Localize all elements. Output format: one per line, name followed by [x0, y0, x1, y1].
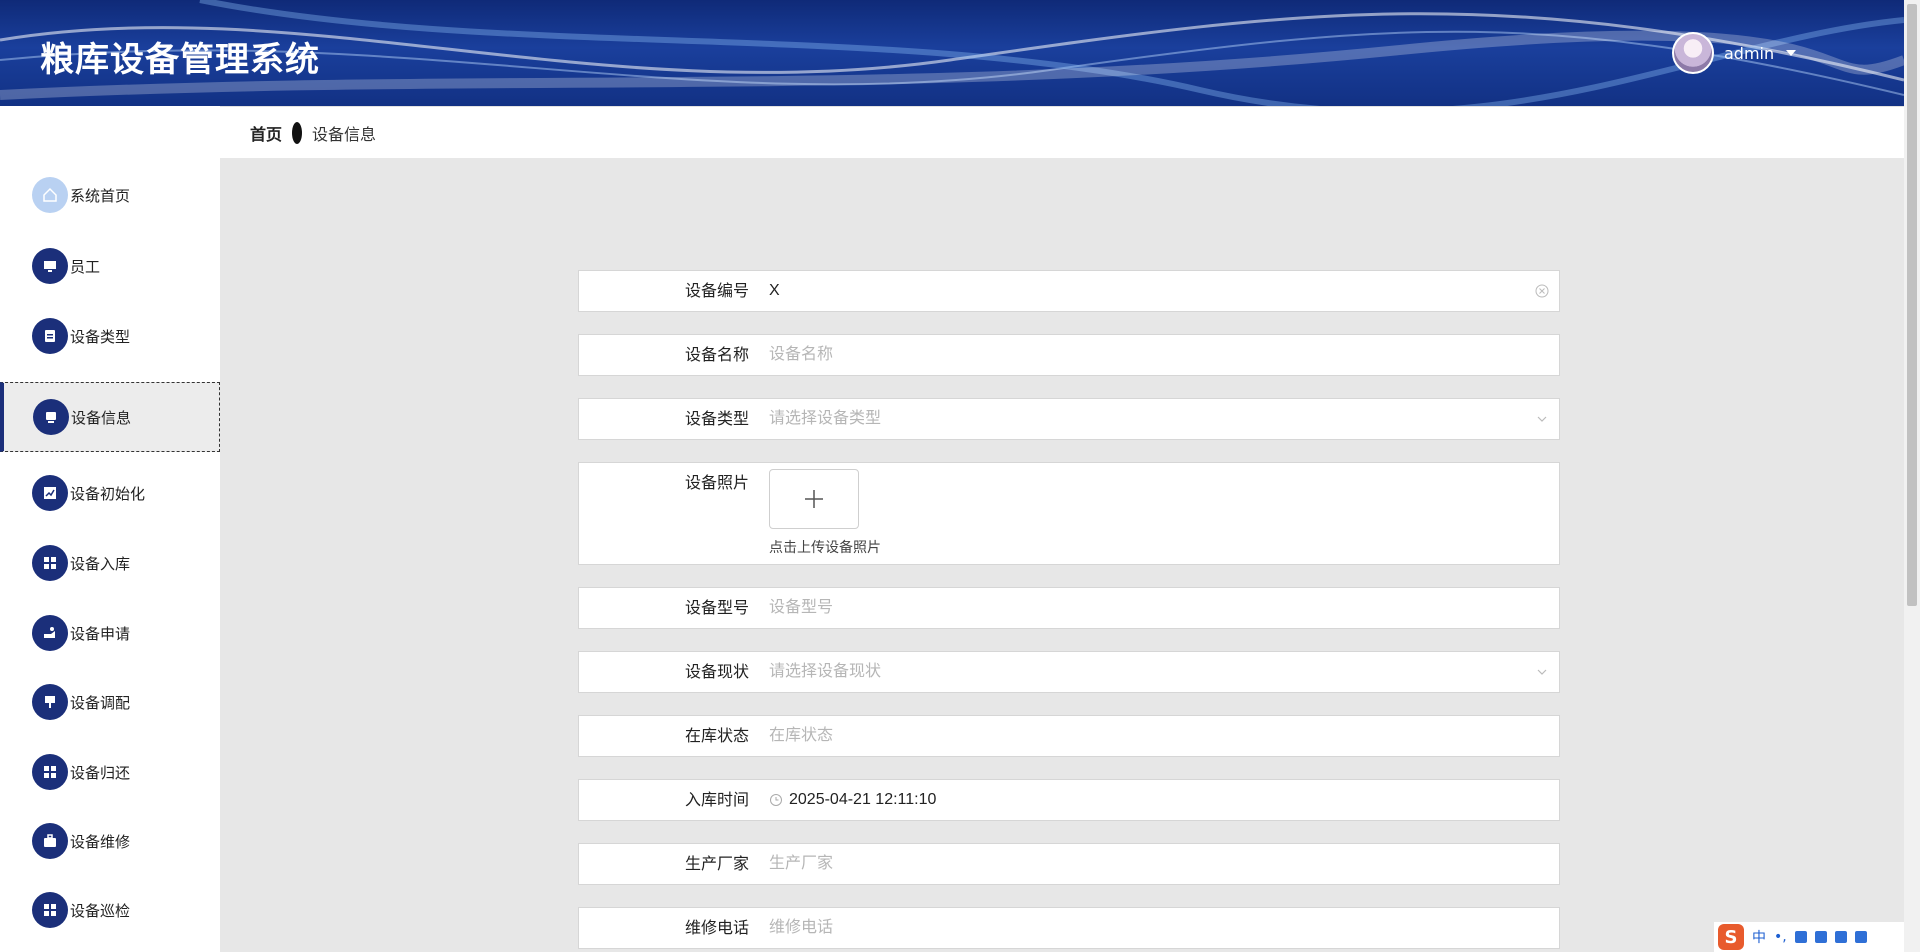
- sidebar-item-label: 设备巡检: [70, 901, 131, 920]
- sidebar-item-label: 设备初始化: [70, 484, 146, 503]
- upload-hint: 点击上传设备照片: [769, 540, 881, 556]
- sidebar-item-label: 设备信息: [71, 408, 132, 427]
- form-row-model: 设备型号: [578, 587, 1560, 629]
- field-label: 设备照片: [684, 473, 749, 492]
- clipboard-icon: [32, 318, 68, 354]
- vertical-scrollbar[interactable]: [1904, 0, 1920, 952]
- ime-toolbar[interactable]: S 中 •,: [1714, 922, 1904, 952]
- username[interactable]: admin: [1724, 44, 1774, 63]
- sidebar-item-label: 系统首页: [70, 186, 131, 205]
- stamp-icon: [32, 684, 68, 720]
- sidebar-item-device-stockin[interactable]: 设备入库: [0, 528, 220, 598]
- form-row-phone: 维修电话: [578, 907, 1560, 949]
- form-row-photo: 设备照片 点击上传设备照片: [578, 462, 1560, 565]
- sidebar-item-device-info[interactable]: 设备信息: [0, 382, 220, 452]
- sidebar-item-label: 设备入库: [70, 554, 131, 573]
- microphone-icon[interactable]: [1794, 931, 1807, 943]
- form-row-name: 设备名称: [578, 334, 1560, 376]
- sidebar-item-home[interactable]: 系统首页: [0, 160, 220, 230]
- sidebar-item-device-repair[interactable]: 设备维修: [0, 806, 220, 876]
- chevron-down-icon[interactable]: [1535, 665, 1549, 679]
- device-model-input[interactable]: [769, 588, 1529, 628]
- sidebar-item-staff[interactable]: 员工: [0, 231, 220, 301]
- chevron-down-icon[interactable]: [1535, 412, 1549, 426]
- breadcrumb: 首页 设备信息: [220, 106, 1904, 158]
- form-row-status: 设备现状: [578, 651, 1560, 693]
- sidebar-item-label: 员工: [70, 257, 101, 276]
- field-label: 设备型号: [684, 598, 749, 617]
- clock-icon: [770, 794, 782, 806]
- keyboard-icon[interactable]: [1814, 931, 1827, 943]
- breadcrumb-home[interactable]: 首页: [250, 121, 282, 145]
- toolbox-icon[interactable]: [1854, 931, 1867, 943]
- grid-icon: [32, 892, 68, 928]
- caret-down-icon[interactable]: [1786, 50, 1797, 56]
- form-row-code: 设备编号: [578, 270, 1560, 312]
- grid-icon: [32, 754, 68, 790]
- sidebar-item-label: 设备维修: [70, 832, 131, 851]
- avatar[interactable]: [1672, 32, 1714, 74]
- field-label: 生产厂家: [684, 854, 749, 873]
- form-row-maker: 生产厂家: [578, 843, 1560, 885]
- sidebar-item-device-init[interactable]: 设备初始化: [0, 458, 220, 528]
- device-icon: [33, 399, 69, 435]
- app-title: 粮库设备管理系统: [40, 40, 320, 80]
- field-label: 设备类型: [684, 409, 749, 428]
- sidebar-item-label: 设备类型: [70, 327, 131, 346]
- scrollbar-thumb[interactable]: [1907, 4, 1917, 606]
- sidebar-menu: 系统首页 员工 设备类型 设备信息 设备初始化 设备入库 设备申请 设备调配 设…: [0, 106, 220, 952]
- home-icon: [32, 177, 68, 213]
- sidebar-item-label: 设备调配: [70, 693, 131, 712]
- sidebar-item-label: 设备申请: [70, 624, 131, 643]
- monitor-icon: [32, 248, 68, 284]
- field-label: 入库时间: [684, 790, 749, 809]
- sidebar-item-device-apply[interactable]: 设备申请: [0, 598, 220, 668]
- plus-icon: [805, 490, 823, 508]
- form-row-stock: 在库状态: [578, 715, 1560, 757]
- field-label: 维修电话: [684, 918, 749, 937]
- chart-icon: [32, 475, 68, 511]
- device-code-input[interactable]: [769, 271, 1529, 311]
- manufacturer-input[interactable]: [769, 844, 1529, 884]
- field-label: 设备现状: [684, 662, 749, 681]
- form-row-type: 设备类型: [578, 398, 1560, 440]
- device-type-select[interactable]: [769, 399, 1529, 439]
- clear-icon[interactable]: [1535, 284, 1549, 298]
- repair-phone-input[interactable]: [769, 908, 1529, 948]
- field-label: 设备名称: [684, 345, 749, 364]
- stockin-time-picker[interactable]: 2025-04-21 12:11:10: [789, 780, 936, 820]
- sidebar-item-device-type[interactable]: 设备类型: [0, 301, 220, 371]
- top-header: 粮库设备管理系统 admin: [0, 0, 1904, 106]
- sogou-logo-icon[interactable]: S: [1718, 924, 1744, 950]
- breadcrumb-separator-icon: [292, 121, 303, 144]
- ime-punctuation[interactable]: •,: [1774, 929, 1787, 945]
- sidebar-item-device-return[interactable]: 设备归还: [0, 737, 220, 807]
- skin-icon[interactable]: [1834, 931, 1847, 943]
- hand-icon: [32, 615, 68, 651]
- user-menu[interactable]: admin: [1672, 32, 1797, 74]
- briefcase-icon: [32, 823, 68, 859]
- photo-upload-button[interactable]: [769, 469, 859, 529]
- ime-language[interactable]: 中: [1752, 927, 1766, 947]
- sidebar-item-label: 设备归还: [70, 763, 131, 782]
- form-row-intime: 入库时间 2025-04-21 12:11:10: [578, 779, 1560, 821]
- grid-icon: [32, 545, 68, 581]
- device-name-input[interactable]: [769, 335, 1529, 375]
- field-label: 在库状态: [684, 726, 749, 745]
- sidebar-item-device-allocate[interactable]: 设备调配: [0, 667, 220, 737]
- field-label: 设备编号: [684, 281, 749, 300]
- breadcrumb-current: 设备信息: [312, 124, 377, 144]
- device-status-select[interactable]: [769, 652, 1529, 692]
- stock-status-input[interactable]: [769, 716, 1529, 756]
- sidebar-item-device-inspect[interactable]: 设备巡检: [0, 875, 220, 945]
